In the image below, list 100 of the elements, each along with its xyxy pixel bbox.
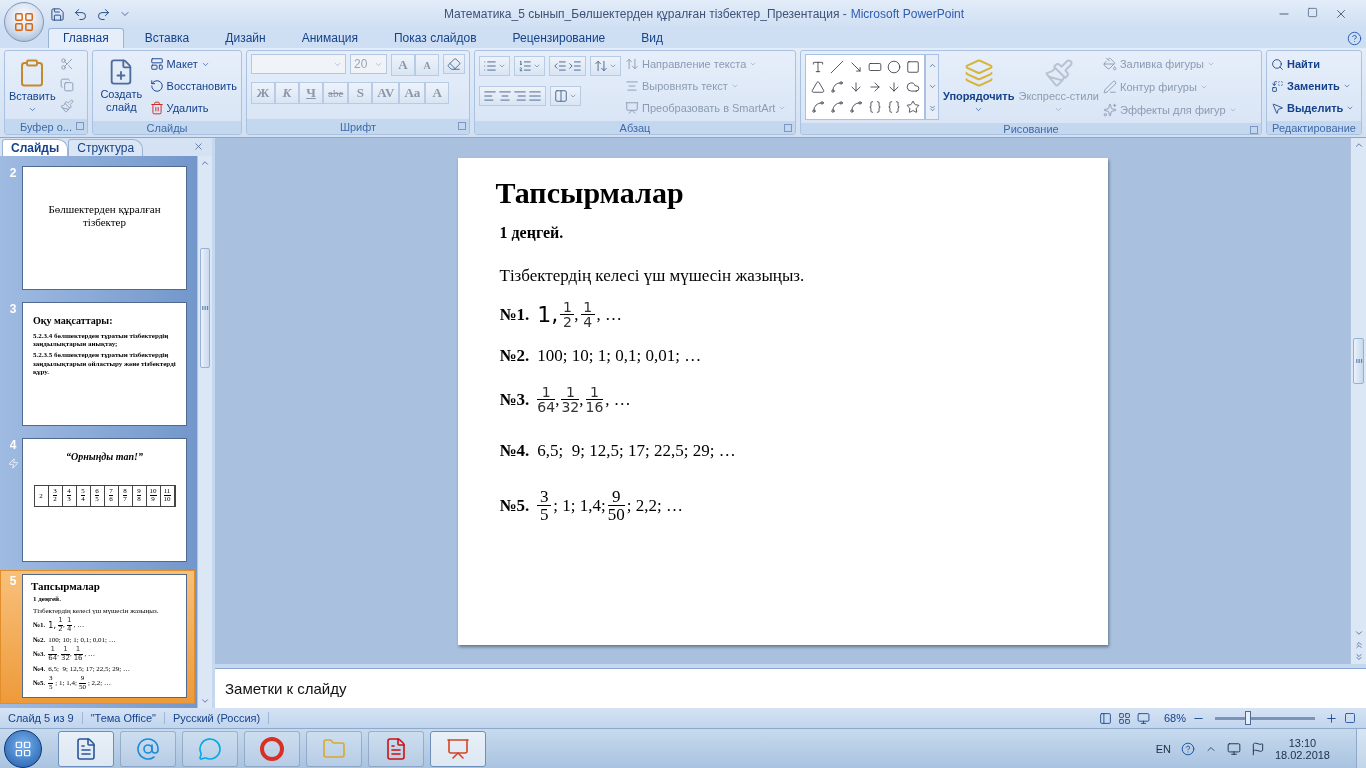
arrange-button[interactable]: Упорядочить [943,54,1015,120]
launcher-icon[interactable] [1250,126,1258,134]
panel-tab[interactable]: Структура [68,139,144,156]
line-spacing-icon[interactable] [594,59,608,73]
fit-window-icon[interactable] [1344,712,1356,724]
align-left-icon[interactable] [483,89,497,103]
launcher-icon[interactable] [784,124,792,132]
caret-icon [778,104,787,112]
panel-tab[interactable]: Слайды [2,139,69,156]
window-title: Математика_5 сынып_Бөлшектерден құралған тізбектер_Презентация - Microsoft PowerPoint [442,7,966,21]
launcher-icon[interactable] [458,122,466,130]
slideshow-icon[interactable] [1136,711,1150,725]
close-icon[interactable] [193,141,204,152]
clock-time[interactable]: 13:10 [1288,736,1317,749]
save-icon[interactable] [50,6,65,22]
paintbrush-icon[interactable] [59,99,74,114]
caret-icon [27,105,37,114]
scroll-up-icon[interactable] [200,158,210,168]
next-slide-icon[interactable] [1353,652,1364,662]
brace-icon[interactable] [867,100,882,114]
bullet-list-icon[interactable] [483,59,497,73]
help-icon[interactable] [1180,741,1195,756]
arc-icon[interactable] [829,100,844,114]
line-icon[interactable] [829,60,844,74]
ribbon-tab[interactable]: Главная [48,28,124,48]
slide-command[interactable]: Удалить [149,98,237,118]
ring-icon [260,736,284,761]
ribbon-tab[interactable]: Показ слайдов [379,28,492,48]
restore-icon[interactable] [1307,7,1318,18]
start-button[interactable] [4,729,42,768]
task-number: №1. [499,304,530,325]
editing-command[interactable]: Найти [1271,54,1355,74]
ribbon-tab[interactable]: Дизайн [210,28,281,48]
rectangle-icon[interactable] [867,60,882,74]
align-center-icon[interactable] [498,89,512,103]
clock-date[interactable]: 18.02.2018 [1274,748,1330,761]
clear-format-icon[interactable] [447,57,461,71]
text-box-icon[interactable] [810,60,825,74]
ribbon-tab[interactable]: Рецензирование [497,28,621,48]
scroll-down-icon[interactable] [1353,628,1364,638]
star-icon[interactable] [905,100,920,114]
slide-command[interactable]: Макет [149,54,237,74]
instruction-text: Тізбектердің келесі үш мүшесін жазыңыз. [498,265,806,288]
folder-icon [322,736,346,761]
scroll-down-icon[interactable] [200,696,210,706]
right-arrow-icon[interactable] [867,80,882,94]
task-number: №5. [499,495,530,516]
scroll-up-icon[interactable] [1353,140,1364,150]
ribbon-tab[interactable]: Анимация [286,28,373,48]
arrow-icon[interactable] [848,60,863,74]
slide-title: Тапсырмалар [494,174,685,210]
align-right-icon[interactable] [513,89,527,103]
copy-icon[interactable] [59,78,74,92]
close-icon[interactable] [1334,7,1348,21]
zoom-level[interactable]: 68% [1163,712,1186,724]
language-indicator[interactable]: EN [1155,742,1171,755]
editing-command[interactable]: Выделить [1271,98,1355,118]
oval-icon[interactable] [886,60,901,74]
slide-command[interactable]: Восстановить [149,76,237,96]
ribbon-tab[interactable]: Вставка [129,28,205,48]
ribbon-tab[interactable]: Вид [626,28,678,48]
slide-number: 2 [9,166,17,180]
taskbar-button[interactable] [430,730,486,767]
decrease-indent-icon[interactable] [553,59,567,73]
more-icon[interactable] [927,103,937,113]
slide-thumbnail[interactable]: Бөлшектерден құралған тізбектер [22,166,187,290]
cloud-icon[interactable] [905,80,920,94]
paste-button[interactable]: Вставить [9,54,56,116]
numbered-list-icon[interactable] [518,59,532,73]
group-label: Слайды [146,121,188,134]
group-label: Абзац [619,121,651,134]
rounded-square-icon[interactable] [905,60,920,74]
launcher-icon[interactable] [76,122,84,130]
brace-icon[interactable] [886,100,901,114]
redo-icon[interactable] [96,6,111,22]
sequence-text: 6,5; 9; 12,5; 17; 22,5; 29; … [537,440,736,461]
font-name-field[interactable] [251,54,346,74]
previous-slide-icon[interactable] [1353,640,1364,650]
triangle-icon[interactable] [810,80,825,94]
help-icon[interactable] [1347,31,1362,46]
scrollbar-thumb[interactable] [1353,338,1364,384]
slide-thumbnail[interactable] [22,574,187,698]
justify-icon[interactable] [528,89,542,103]
columns-icon[interactable] [554,89,568,103]
scissors-icon[interactable] [59,56,74,71]
undo-icon[interactable] [73,6,88,22]
new-slide-button[interactable]: Создать слайд [97,54,146,118]
flag-icon[interactable] [1250,741,1265,756]
notes-field[interactable]: Заметки к слайду [215,668,1366,708]
zoom-thumb[interactable] [1245,711,1251,725]
scrollbar-thumb[interactable] [200,248,210,368]
network-icon[interactable] [1226,741,1241,756]
normal-view-icon[interactable] [1098,711,1112,725]
editing-command[interactable]: Заменить [1271,76,1355,96]
increase-indent-icon[interactable] [568,59,582,73]
status-text: Слайд 5 из 9 [0,712,83,724]
connector-icon[interactable] [829,80,844,94]
taskbar-button[interactable] [58,730,114,767]
sorter-view-icon[interactable] [1117,711,1131,725]
zoom-in-icon[interactable] [1325,711,1338,725]
